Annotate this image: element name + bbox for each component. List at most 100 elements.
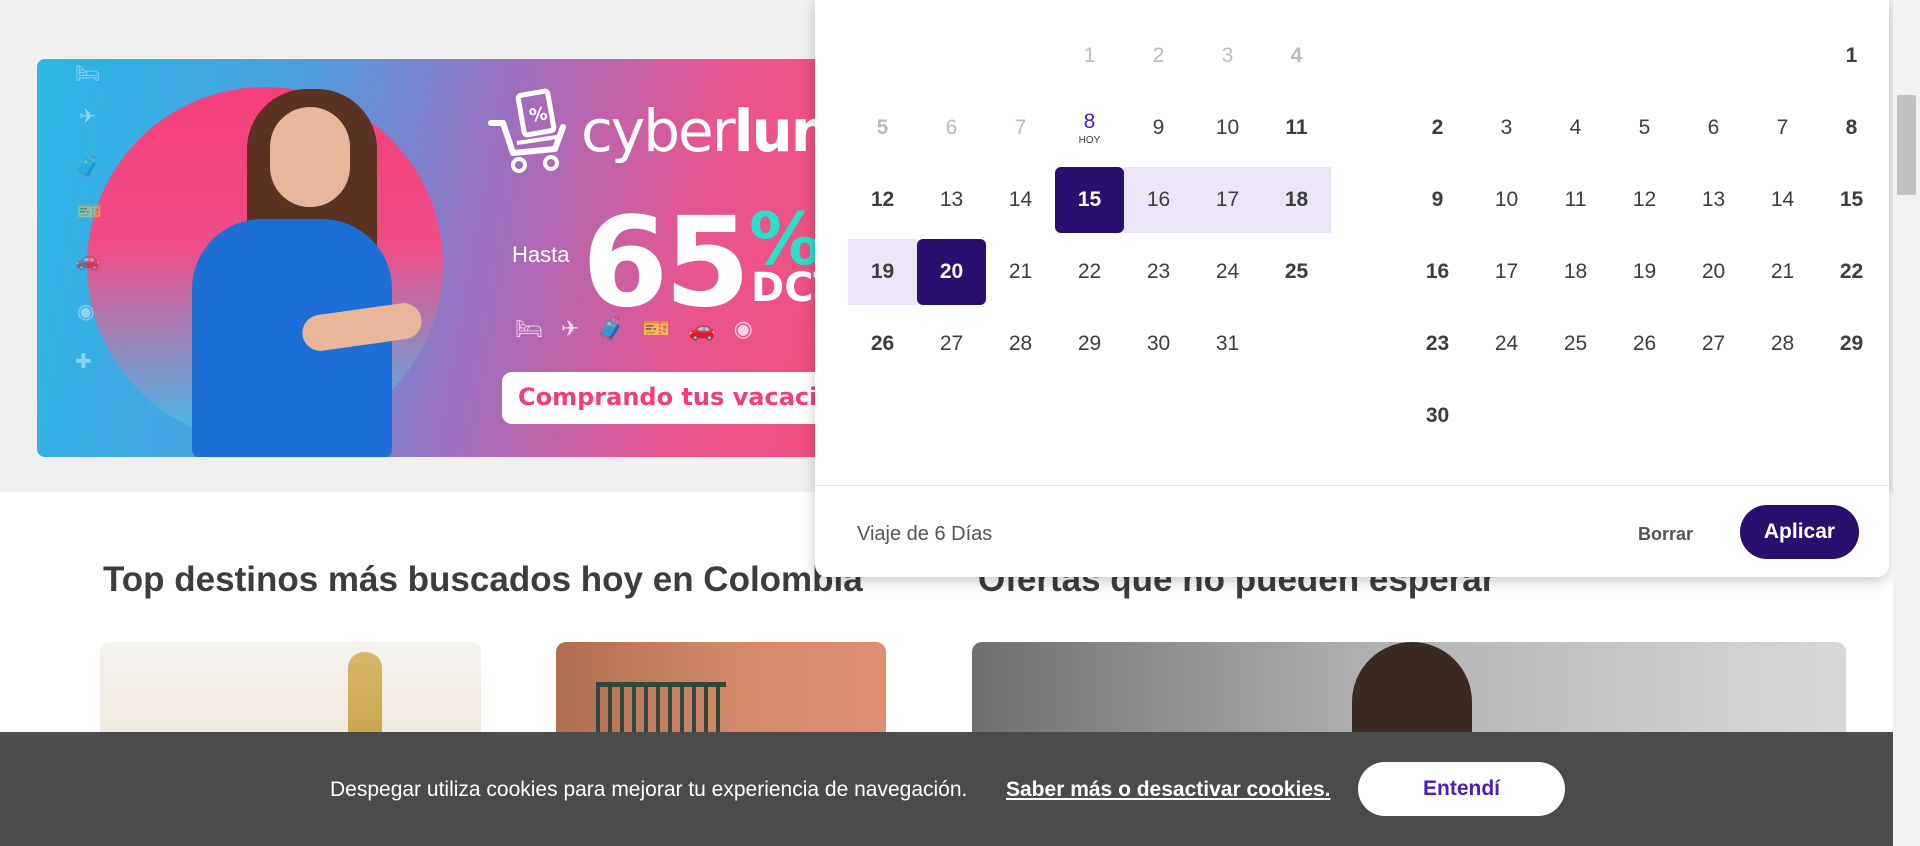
calendar-day-next-3[interactable]: 3 bbox=[1472, 95, 1541, 161]
calendar-day-next-14[interactable]: 14 bbox=[1748, 167, 1817, 233]
calendar-day-next-21[interactable]: 21 bbox=[1748, 239, 1817, 305]
calendar-day-current-14[interactable]: 14 bbox=[986, 167, 1055, 233]
shopping-cart-icon: % bbox=[487, 87, 575, 175]
calendar-day-current-13[interactable]: 13 bbox=[917, 167, 986, 233]
calendar-day-number: 4 bbox=[1569, 116, 1582, 139]
calendar-day-current-18[interactable]: 18 bbox=[1262, 167, 1331, 233]
calendar-day-current-24[interactable]: 24 bbox=[1193, 239, 1262, 305]
calendar-day-next-24[interactable]: 24 bbox=[1472, 311, 1541, 377]
destination-card[interactable] bbox=[100, 642, 481, 746]
calendar-day-current-15[interactable]: 15 bbox=[1055, 167, 1124, 233]
clear-dates-button[interactable]: Borrar bbox=[1638, 524, 1693, 545]
calendar-empty-cell bbox=[1472, 383, 1541, 449]
calendar-day-current-21[interactable]: 21 bbox=[986, 239, 1055, 305]
calendar-day-number: 22 bbox=[1077, 260, 1102, 283]
calendar-day-number: 24 bbox=[1494, 332, 1519, 355]
calendar-day-current-30[interactable]: 30 bbox=[1124, 311, 1193, 377]
calendar-empty-cell bbox=[986, 23, 1055, 89]
calendar-day-next-12[interactable]: 12 bbox=[1610, 167, 1679, 233]
calendar-day-number: 19 bbox=[1632, 260, 1657, 283]
calendar-day-current-9[interactable]: 9 bbox=[1124, 95, 1193, 161]
calendar-day-current-22[interactable]: 22 bbox=[1055, 239, 1124, 305]
calendar-day-number: 23 bbox=[1146, 260, 1171, 283]
calendar-day-next-15[interactable]: 15 bbox=[1817, 167, 1886, 233]
calendar-day-number: 13 bbox=[939, 188, 964, 211]
hasta-label: Hasta bbox=[512, 242, 570, 267]
calendar-day-number: 9 bbox=[1152, 116, 1165, 139]
calendar-day-current-29[interactable]: 29 bbox=[1055, 311, 1124, 377]
calendar-day-next-25[interactable]: 25 bbox=[1541, 311, 1610, 377]
calendar-day-current-20[interactable]: 20 bbox=[917, 239, 986, 305]
apply-dates-button[interactable]: Aplicar bbox=[1740, 505, 1859, 559]
calendar-day-next-13[interactable]: 13 bbox=[1679, 167, 1748, 233]
calendar-day-current-5: 5 bbox=[848, 95, 917, 161]
calendar-day-number: 20 bbox=[939, 260, 964, 283]
calendar-day-current-17[interactable]: 17 bbox=[1193, 167, 1262, 233]
calendar-day-next-28[interactable]: 28 bbox=[1748, 311, 1817, 377]
calendar-day-current-11[interactable]: 11 bbox=[1262, 95, 1331, 161]
calendar-day-number: 7 bbox=[1014, 116, 1027, 139]
calendar-day-next-2[interactable]: 2 bbox=[1403, 95, 1472, 161]
calendar-day-next-20[interactable]: 20 bbox=[1679, 239, 1748, 305]
calendar-day-next-18[interactable]: 18 bbox=[1541, 239, 1610, 305]
calendar-day-current-26[interactable]: 26 bbox=[848, 311, 917, 377]
calendar-month-current: 1 2 3 4 5 6 7 8 HOY 9 10 11 12 13 14 15 16 17 18 19 20 21 22 23… bbox=[848, 20, 1332, 380]
calendar-day-current-16[interactable]: 16 bbox=[1124, 167, 1193, 233]
calendar-day-next-23[interactable]: 23 bbox=[1403, 311, 1472, 377]
scrollbar-thumb[interactable] bbox=[1897, 95, 1916, 195]
calendar-week-row: 12 13 14 15 16 17 18 bbox=[848, 164, 1332, 236]
accept-cookies-button[interactable]: Entendí bbox=[1358, 762, 1565, 816]
banner-model-image bbox=[152, 89, 432, 457]
calendar-day-next-6[interactable]: 6 bbox=[1679, 95, 1748, 161]
calendar-day-number: 28 bbox=[1770, 332, 1795, 355]
calendar-day-next-22[interactable]: 22 bbox=[1817, 239, 1886, 305]
calendar-day-current-27[interactable]: 27 bbox=[917, 311, 986, 377]
calendar-day-next-27[interactable]: 27 bbox=[1679, 311, 1748, 377]
calendar-day-number: 28 bbox=[1008, 332, 1033, 355]
calendar-day-current-12[interactable]: 12 bbox=[848, 167, 917, 233]
calendar-day-next-8[interactable]: 8 bbox=[1817, 95, 1886, 161]
promo-banner[interactable]: 🛏 ✈ 🧳 🎫 🚗 ◉ ✚ % cyberlun Hasta 65 % DCT … bbox=[37, 59, 837, 457]
calendar-day-current-10[interactable]: 10 bbox=[1193, 95, 1262, 161]
calendar-day-next-26[interactable]: 26 bbox=[1610, 311, 1679, 377]
date-picker-footer: Viaje de 6 Días Borrar Aplicar bbox=[815, 485, 1889, 577]
calendar-day-next-10[interactable]: 10 bbox=[1472, 167, 1541, 233]
calendar-week-row: 1 2 3 4 bbox=[848, 20, 1332, 92]
calendar-day-next-5[interactable]: 5 bbox=[1610, 95, 1679, 161]
calendar-day-next-1[interactable]: 1 bbox=[1817, 23, 1886, 89]
calendar-day-current-31[interactable]: 31 bbox=[1193, 311, 1262, 377]
destination-card[interactable] bbox=[556, 642, 886, 746]
banner-cta[interactable]: Comprando tus vacacio bbox=[502, 372, 837, 424]
cyberlunes-logo: % cyberlun bbox=[487, 87, 832, 175]
calendar-day-current-28[interactable]: 28 bbox=[986, 311, 1055, 377]
calendar-day-number: 19 bbox=[870, 260, 895, 283]
calendar-day-next-19[interactable]: 19 bbox=[1610, 239, 1679, 305]
calendar-day-next-7[interactable]: 7 bbox=[1748, 95, 1817, 161]
calendar-day-number: 20 bbox=[1701, 260, 1726, 283]
calendar-day-next-4[interactable]: 4 bbox=[1541, 95, 1610, 161]
calendar-empty-cell bbox=[1262, 311, 1331, 377]
offer-photo bbox=[1352, 642, 1472, 746]
calendar-day-current-25[interactable]: 25 bbox=[1262, 239, 1331, 305]
calendar-empty-cell bbox=[917, 23, 986, 89]
calendar-day-next-30[interactable]: 30 bbox=[1403, 383, 1472, 449]
bed-icon: 🛏 bbox=[75, 61, 101, 85]
calendar-day-current-23[interactable]: 23 bbox=[1124, 239, 1193, 305]
calendar-day-number: 16 bbox=[1146, 188, 1171, 211]
calendar-day-next-17[interactable]: 17 bbox=[1472, 239, 1541, 305]
offer-card[interactable] bbox=[972, 642, 1846, 746]
calendar-day-current-19[interactable]: 19 bbox=[848, 239, 917, 305]
cookie-settings-link[interactable]: Saber más o desactivar cookies. bbox=[1006, 778, 1331, 802]
calendar-day-next-29[interactable]: 29 bbox=[1817, 311, 1886, 377]
banner-product-icons: 🛏 ✈ 🧳 🎫 🚗 ◉ bbox=[515, 317, 753, 342]
calendar-day-next-16[interactable]: 16 bbox=[1403, 239, 1472, 305]
calendar-day-next-9[interactable]: 9 bbox=[1403, 167, 1472, 233]
calendar-day-number: 25 bbox=[1284, 260, 1309, 283]
calendar-day-number: 1 bbox=[1845, 44, 1858, 67]
calendar-day-number: 2 bbox=[1152, 44, 1165, 67]
calendar-day-current-8[interactable]: 8 HOY bbox=[1055, 95, 1124, 161]
calendar-day-next-11[interactable]: 11 bbox=[1541, 167, 1610, 233]
date-picker-popup: 1 2 3 4 5 6 7 8 HOY 9 10 11 12 13 14 15 16 17 18 19 20 21 22 23… bbox=[815, 0, 1889, 577]
calendar-empty-cell bbox=[1610, 383, 1679, 449]
bed-icon: 🛏 bbox=[515, 317, 543, 342]
